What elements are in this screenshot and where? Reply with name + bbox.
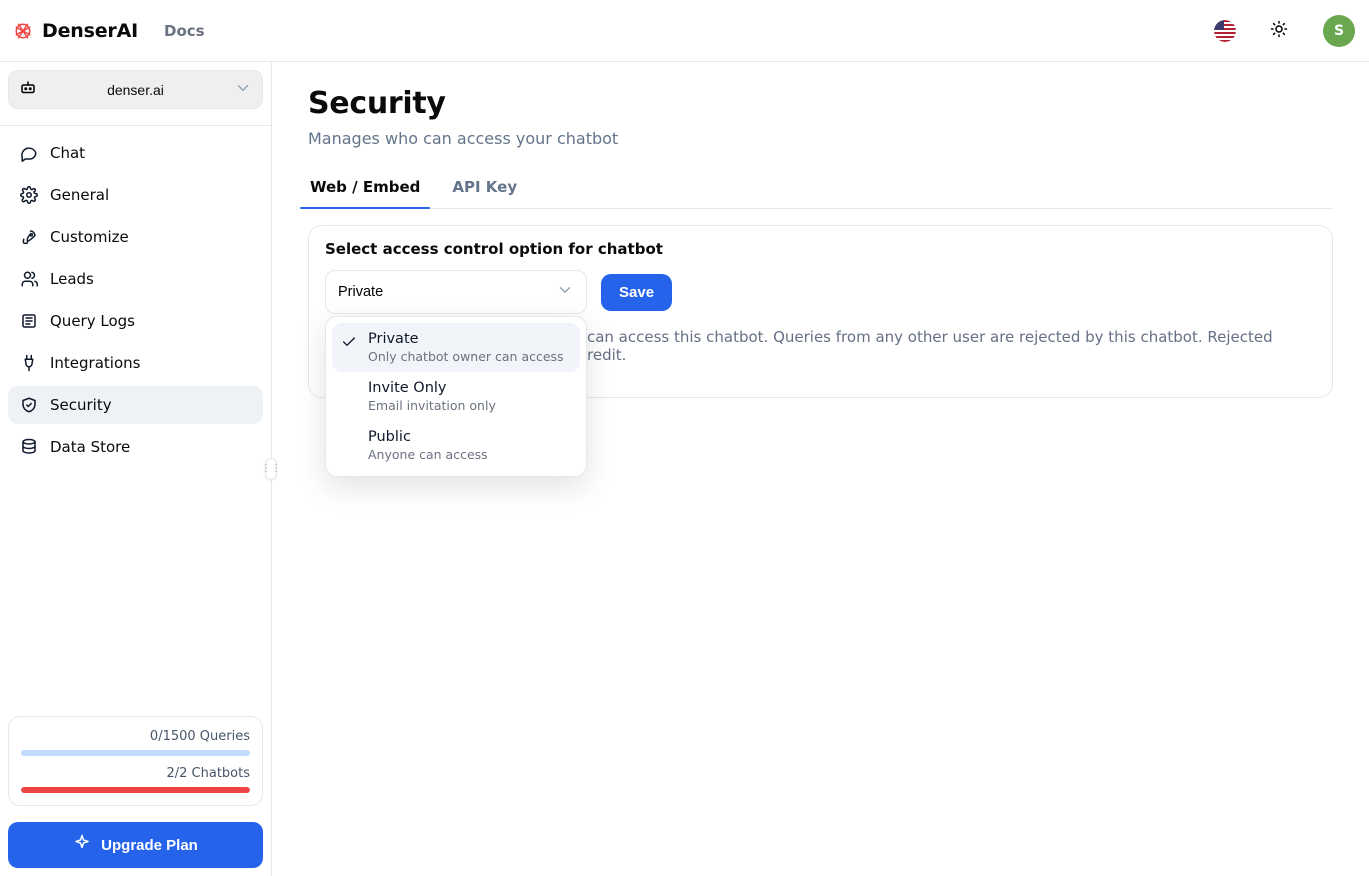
sidebar-item-label: Customize [50, 228, 129, 246]
settings-icon [20, 186, 38, 204]
brand-link[interactable]: DenserAI [14, 20, 138, 42]
sidebar: denser.ai Chat General Customize Leads Query… [0, 62, 272, 876]
sidebar-nav: Chat General Customize Leads Query Logs Integ… [0, 125, 271, 466]
sidebar-item-label: Leads [50, 270, 94, 288]
sidebar-item-label: General [50, 186, 109, 204]
access-option-title: Invite Only [368, 380, 496, 396]
check-icon [340, 431, 358, 449]
access-select: Private PrivateOnly chatbot owner can ac… [325, 270, 587, 314]
chat-icon [20, 144, 38, 162]
sidebar-item-security[interactable]: Security [8, 386, 263, 424]
sidebar-resize-handle[interactable]: ⋮⋮ [265, 458, 277, 480]
access-option-title: Public [368, 429, 488, 445]
sidebar-item-label: Query Logs [50, 312, 135, 330]
avatar[interactable]: S [1323, 15, 1355, 47]
usage-card: 0/1500 Queries 2/2 Chatbots [8, 716, 263, 806]
access-option-private[interactable]: Private Only chatbot owner can access [332, 323, 580, 372]
usage-chatbots: 2/2 Chatbots [21, 766, 250, 793]
sidebar-item-label: Integrations [50, 354, 140, 372]
check-icon [340, 333, 358, 351]
tab-api-key[interactable]: API Key [450, 166, 519, 208]
save-button[interactable]: Save [601, 274, 672, 311]
drag-dots-icon: ⋮⋮ [261, 464, 281, 474]
logs-icon [20, 312, 38, 330]
sidebar-item-query-logs[interactable]: Query Logs [8, 302, 263, 340]
brand-logo-icon [14, 22, 32, 40]
chevron-down-icon [234, 79, 252, 100]
usage-chatbots-fill [21, 787, 250, 793]
theme-toggle[interactable] [1261, 13, 1297, 49]
shell: denser.ai Chat General Customize Leads Query… [0, 62, 1369, 876]
topnav: DenserAI Docs S [0, 0, 1369, 62]
access-option-invite-only[interactable]: Invite Only Email invitation only [332, 372, 580, 421]
page-title: Security [308, 86, 1333, 121]
access-select-button[interactable]: Private [325, 270, 587, 314]
sidebar-item-chat[interactable]: Chat [8, 134, 263, 172]
access-option-subtitle: Anyone can access [368, 447, 488, 462]
usage-queries-bar [21, 750, 250, 756]
bot-icon [19, 79, 37, 100]
check-icon [340, 382, 358, 400]
sidebar-item-customize[interactable]: Customize [8, 218, 263, 256]
rocket-icon [20, 228, 38, 246]
shield-icon [20, 396, 38, 414]
access-panel: Select access control option for chatbot… [308, 225, 1333, 398]
language-button[interactable] [1207, 13, 1243, 49]
access-selected-value: Private [338, 284, 383, 300]
sidebar-item-label: Chat [50, 144, 85, 162]
sidebar-item-general[interactable]: General [8, 176, 263, 214]
sidebar-item-integrations[interactable]: Integrations [8, 344, 263, 382]
sidebar-item-label: Data Store [50, 438, 130, 456]
access-panel-label: Select access control option for chatbot [325, 240, 1316, 258]
plug-icon [20, 354, 38, 372]
main: Security Manages who can access your cha… [272, 62, 1369, 876]
tab-web---embed[interactable]: Web / Embed [308, 166, 422, 208]
sidebar-item-label: Security [50, 396, 112, 414]
access-option-public[interactable]: Public Anyone can access [332, 421, 580, 470]
nav-docs[interactable]: Docs [156, 16, 213, 46]
usage-queries: 0/1500 Queries [21, 729, 250, 756]
data-icon [20, 438, 38, 456]
sparkle-icon [73, 834, 91, 856]
usage-chatbots-label: 2/2 Chatbots [21, 766, 250, 781]
access-option-subtitle: Only chatbot owner can access [368, 349, 564, 364]
access-option-subtitle: Email invitation only [368, 398, 496, 413]
sidebar-item-data-store[interactable]: Data Store [8, 428, 263, 466]
sun-icon [1270, 20, 1288, 41]
usage-queries-label: 0/1500 Queries [21, 729, 250, 744]
page-subtitle: Manages who can access your chatbot [308, 129, 1333, 148]
usage-queries-fill [21, 750, 250, 756]
usage-chatbots-bar [21, 787, 250, 793]
workspace-switcher[interactable]: denser.ai [8, 70, 263, 109]
upgrade-label: Upgrade Plan [101, 837, 198, 854]
brand-name: DenserAI [42, 20, 138, 42]
workspace-name: denser.ai [47, 82, 224, 98]
users-icon [20, 270, 38, 288]
upgrade-button[interactable]: Upgrade Plan [8, 822, 263, 868]
access-dropdown: Private Only chatbot owner can access Invi… [325, 316, 587, 477]
access-option-title: Private [368, 331, 564, 347]
us-flag-icon [1214, 20, 1236, 42]
tabs: Web / Embed API Key [308, 166, 1333, 209]
chevron-down-icon [556, 281, 574, 303]
sidebar-item-leads[interactable]: Leads [8, 260, 263, 298]
